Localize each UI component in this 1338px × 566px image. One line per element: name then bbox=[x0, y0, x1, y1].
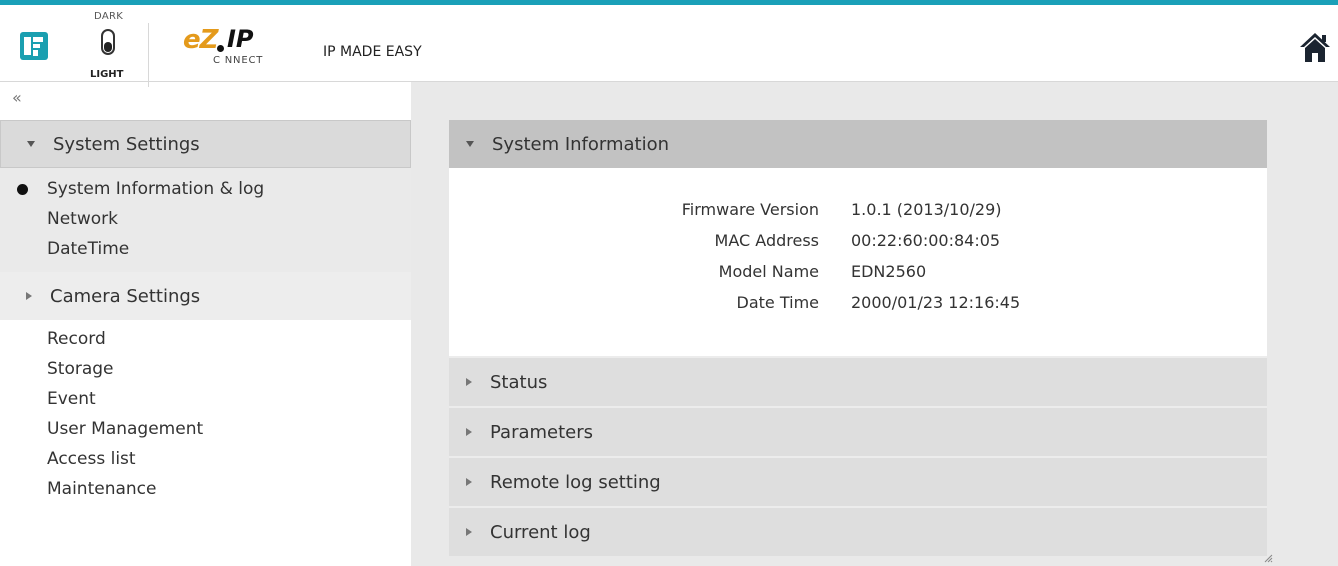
sidebar-group-other: Record Storage Event User Management Acc… bbox=[0, 320, 411, 512]
sidebar-item-label: Record bbox=[47, 329, 106, 349]
info-row-datetime: Date Time 2000/01/23 12:16:45 bbox=[449, 293, 1267, 317]
accordion-title: System Information bbox=[492, 133, 670, 155]
accordion-header-system-information[interactable]: System Information bbox=[449, 120, 1267, 168]
selected-bullet-icon bbox=[17, 184, 28, 195]
collapsed-triangle-icon bbox=[466, 528, 472, 536]
resize-grip-icon[interactable] bbox=[1263, 553, 1273, 563]
theme-light-label: LIGHT bbox=[90, 69, 124, 80]
theme-switch-icon[interactable] bbox=[101, 29, 115, 55]
header-divider bbox=[148, 23, 149, 87]
sidebar-item-event[interactable]: Event bbox=[0, 384, 411, 414]
info-value: EDN2560 bbox=[851, 262, 927, 281]
accordion-header-current-log[interactable]: Current log bbox=[449, 506, 1267, 556]
collapsed-triangle-icon bbox=[466, 478, 472, 486]
system-information-body: Firmware Version 1.0.1 (2013/10/29) MAC … bbox=[449, 168, 1267, 356]
home-button[interactable] bbox=[1298, 30, 1332, 64]
brand-ez: eZ bbox=[183, 25, 218, 55]
accordion-panel: System Information Firmware Version 1.0.… bbox=[449, 120, 1267, 556]
sidebar-section-label: System Settings bbox=[53, 133, 200, 155]
sidebar-item-label: Network bbox=[47, 209, 118, 229]
sidebar-item-label: Event bbox=[47, 389, 96, 409]
info-row-firmware: Firmware Version 1.0.1 (2013/10/29) bbox=[449, 200, 1267, 224]
sidebar-item-label: System Information & log bbox=[47, 179, 265, 199]
sidebar-item-datetime[interactable]: DateTime bbox=[0, 234, 411, 264]
info-value: 2000/01/23 12:16:45 bbox=[851, 293, 1021, 312]
brand-ip: IP bbox=[227, 25, 254, 53]
home-icon bbox=[1300, 33, 1330, 62]
app-header: DARK LIGHT eZ IP C NNECT IP MADE EASY bbox=[0, 5, 1338, 87]
info-label: Firmware Version bbox=[681, 200, 819, 219]
accordion-title: Remote log setting bbox=[490, 471, 661, 493]
info-value: 1.0.1 (2013/10/29) bbox=[851, 200, 1002, 219]
ezip-connect-logo: eZ IP C NNECT bbox=[183, 25, 293, 69]
sidebar-item-label: Storage bbox=[47, 359, 114, 379]
collapse-sidebar-button[interactable]: « bbox=[12, 88, 22, 107]
collapsed-triangle-icon bbox=[466, 378, 472, 386]
accordion-header-remote-log-setting[interactable]: Remote log setting bbox=[449, 456, 1267, 506]
sidebar-item-maintenance[interactable]: Maintenance bbox=[0, 474, 411, 504]
info-label: Model Name bbox=[718, 262, 819, 281]
collapsed-triangle-icon bbox=[26, 292, 32, 300]
expanded-triangle-icon bbox=[27, 141, 35, 147]
sidebar-item-label: Maintenance bbox=[47, 479, 157, 499]
accordion-title: Current log bbox=[490, 521, 591, 543]
app-logo-icon[interactable] bbox=[20, 32, 48, 60]
expanded-triangle-icon bbox=[466, 141, 474, 147]
sidebar-item-label: DateTime bbox=[47, 239, 130, 259]
theme-switch-knob bbox=[104, 42, 112, 52]
brand-dot bbox=[217, 45, 224, 52]
sidebar: System Settings System Information & log… bbox=[0, 120, 411, 512]
accordion-title: Status bbox=[490, 371, 548, 393]
sidebar-group-system-settings: System Information & log Network DateTim… bbox=[0, 168, 411, 272]
sidebar-section-camera-settings[interactable]: Camera Settings bbox=[0, 272, 411, 320]
accordion-header-status[interactable]: Status bbox=[449, 356, 1267, 406]
sidebar-item-storage[interactable]: Storage bbox=[0, 354, 411, 384]
sidebar-item-record[interactable]: Record bbox=[0, 324, 411, 354]
accordion-header-parameters[interactable]: Parameters bbox=[449, 406, 1267, 456]
sidebar-item-user-management[interactable]: User Management bbox=[0, 414, 411, 444]
theme-toggle[interactable]: DARK LIGHT bbox=[82, 11, 152, 87]
sidebar-item-network[interactable]: Network bbox=[0, 204, 411, 234]
sidebar-section-label: Camera Settings bbox=[50, 285, 201, 307]
sidebar-item-label: Access list bbox=[47, 449, 136, 469]
theme-dark-label: DARK bbox=[94, 11, 124, 22]
info-row-mac: MAC Address 00:22:60:00:84:05 bbox=[449, 231, 1267, 255]
info-label: MAC Address bbox=[714, 231, 819, 250]
brand-connect: C NNECT bbox=[213, 55, 264, 66]
collapsed-triangle-icon bbox=[466, 428, 472, 436]
tagline: IP MADE EASY bbox=[323, 44, 422, 60]
info-label: Date Time bbox=[736, 293, 819, 312]
sidebar-item-label: User Management bbox=[47, 419, 204, 439]
sidebar-section-system-settings[interactable]: System Settings bbox=[0, 120, 411, 168]
info-row-model: Model Name EDN2560 bbox=[449, 262, 1267, 286]
sidebar-item-access-list[interactable]: Access list bbox=[0, 444, 411, 474]
sidebar-item-system-information-log[interactable]: System Information & log bbox=[0, 174, 411, 204]
info-value: 00:22:60:00:84:05 bbox=[851, 231, 1001, 250]
accordion-title: Parameters bbox=[490, 421, 594, 443]
main-content: System Information Firmware Version 1.0.… bbox=[411, 82, 1338, 566]
